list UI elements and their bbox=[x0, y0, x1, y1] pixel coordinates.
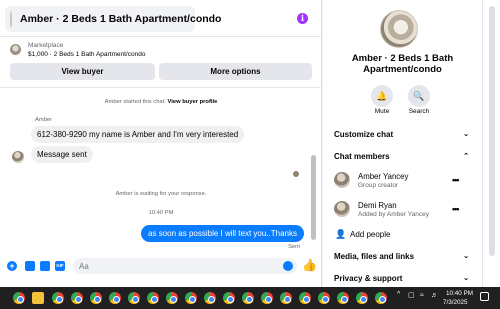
sent-status: Sent bbox=[288, 244, 300, 250]
info-icon[interactable]: i bbox=[297, 13, 308, 24]
add-person-icon[interactable]: 👤 bbox=[335, 229, 346, 240]
chrome-icon[interactable] bbox=[13, 292, 25, 304]
chevron-down-icon: ⌄ bbox=[463, 131, 469, 138]
chrome-icon[interactable] bbox=[109, 292, 121, 304]
chrome-icon[interactable] bbox=[185, 292, 197, 304]
media-files-section[interactable]: Media, files and links ⌄ bbox=[334, 252, 469, 261]
chat-pane: Amber · 2 Beds 1 Bath Apartment/condo i … bbox=[0, 0, 322, 287]
chrome-icon[interactable] bbox=[90, 292, 102, 304]
chrome-icon[interactable] bbox=[163, 288, 181, 308]
image-icon[interactable] bbox=[25, 261, 35, 271]
chat-header[interactable]: Amber · 2 Beds 1 Bath Apartment/condo bbox=[5, 6, 221, 32]
marketplace-label: Marketplace bbox=[28, 42, 64, 49]
chevron-down-icon: ⌄ bbox=[463, 275, 469, 282]
sender-name: Amber bbox=[35, 117, 53, 123]
customize-chat-section[interactable]: Customize chat ⌄ bbox=[334, 130, 469, 139]
conversation-title: Amber · 2 Beds 1 Bath Apartment/condo bbox=[351, 53, 454, 75]
chat-members-label: Chat members bbox=[334, 152, 390, 161]
bell-icon: 🔔 bbox=[376, 90, 388, 101]
search-icon: 🔍 bbox=[413, 90, 425, 101]
chrome-icon[interactable] bbox=[52, 292, 64, 304]
more-options-button[interactable]: More options bbox=[159, 63, 312, 80]
chevron-up-icon: ⌃ bbox=[463, 153, 469, 160]
chrome-icon[interactable] bbox=[280, 292, 292, 304]
chat-members-section[interactable]: Chat members ⌃ bbox=[334, 152, 469, 161]
chat-title[interactable]: Amber · 2 Beds 1 Bath Apartment/condo bbox=[20, 13, 221, 25]
chrome-icon[interactable] bbox=[261, 292, 273, 304]
details-scrollbar[interactable] bbox=[482, 0, 500, 287]
member-role: Added by Amber Yancey bbox=[358, 211, 429, 218]
wifi-icon[interactable]: ≈ bbox=[420, 292, 428, 300]
search-label: Search bbox=[408, 108, 430, 115]
search-button[interactable]: 🔍 bbox=[408, 85, 430, 107]
waiting-notice: Amber is waiting for your response. bbox=[115, 191, 207, 197]
notifications-icon[interactable] bbox=[480, 292, 489, 301]
thread-scrollbar[interactable] bbox=[311, 155, 316, 240]
member-avatar[interactable] bbox=[334, 201, 350, 217]
conversation-details-pane: Amber · 2 Beds 1 Bath Apartment/condo 🔔 … bbox=[323, 0, 482, 287]
chrome-icon[interactable] bbox=[204, 292, 216, 304]
chrome-icon[interactable] bbox=[318, 292, 330, 304]
chat-started-text: Amber started this chat. bbox=[104, 99, 166, 105]
listing-card: Marketplace $1,000 · 2 Beds 1 Bath Apart… bbox=[0, 36, 322, 88]
outgoing-message[interactable]: as soon as possible I will text you..Tha… bbox=[141, 225, 304, 242]
chat-started-notice: Amber started this chat. View buyer prof… bbox=[0, 99, 322, 105]
incoming-message[interactable]: Message sent bbox=[31, 146, 93, 163]
member-role: Group creator bbox=[358, 182, 399, 189]
message-timestamp: 10:40 PM bbox=[148, 210, 174, 216]
chrome-icon[interactable] bbox=[299, 292, 311, 304]
customize-chat-label: Customize chat bbox=[334, 130, 394, 139]
more-options-icon[interactable]: ••• bbox=[452, 175, 460, 185]
gif-icon[interactable]: GIF bbox=[55, 261, 65, 271]
sender-avatar bbox=[12, 151, 24, 163]
scrollbar-thumb[interactable] bbox=[489, 6, 495, 256]
listing-price-title[interactable]: $1,000 · 2 Beds 1 Bath Apartment/condo bbox=[28, 51, 145, 58]
clock-time[interactable]: 10:40 PM bbox=[446, 290, 473, 297]
clock-date[interactable]: 7/3/2025 bbox=[443, 299, 468, 306]
member-avatar[interactable] bbox=[334, 172, 350, 188]
message-thread: Amber started this chat. View buyer prof… bbox=[0, 89, 322, 254]
seen-avatar bbox=[293, 171, 299, 177]
chrome-icon[interactable] bbox=[71, 292, 83, 304]
volume-icon[interactable]: ♬ bbox=[431, 292, 439, 300]
chrome-icon[interactable] bbox=[147, 292, 159, 304]
more-options-icon[interactable]: ••• bbox=[452, 204, 460, 214]
chrome-icon[interactable] bbox=[375, 292, 387, 304]
member-name[interactable]: Demi Ryan bbox=[358, 201, 397, 210]
sticker-icon[interactable] bbox=[40, 261, 50, 271]
chrome-icon[interactable] bbox=[223, 292, 235, 304]
view-buyer-button[interactable]: View buyer bbox=[10, 63, 155, 80]
member-name[interactable]: Amber Yancey bbox=[358, 172, 408, 181]
message-input[interactable] bbox=[73, 258, 297, 274]
incoming-message[interactable]: 612-380-9290 my name is Amber and I'm ve… bbox=[31, 126, 245, 143]
privacy-support-section[interactable]: Privacy & support ⌄ bbox=[334, 274, 469, 283]
chrome-icon[interactable] bbox=[337, 292, 349, 304]
mute-button[interactable]: 🔔 bbox=[371, 85, 393, 107]
chrome-icon[interactable] bbox=[128, 292, 140, 304]
avatar[interactable] bbox=[10, 10, 12, 28]
chrome-icon[interactable] bbox=[242, 292, 254, 304]
privacy-support-label: Privacy & support bbox=[334, 274, 403, 283]
thumbs-up-icon[interactable]: 👍 bbox=[302, 259, 317, 271]
display-icon[interactable]: ▢ bbox=[408, 292, 416, 300]
view-buyer-profile-link[interactable]: View buyer profile bbox=[168, 99, 218, 105]
emoji-icon[interactable] bbox=[283, 261, 293, 271]
folder-icon[interactable] bbox=[32, 292, 44, 304]
add-people-button[interactable]: Add people bbox=[350, 230, 390, 239]
media-files-label: Media, files and links bbox=[334, 252, 415, 261]
conversation-avatar[interactable] bbox=[380, 10, 418, 48]
chevron-down-icon: ⌄ bbox=[463, 253, 469, 260]
chrome-icon[interactable] bbox=[356, 292, 368, 304]
plus-icon[interactable]: + bbox=[7, 261, 17, 271]
mute-label: Mute bbox=[374, 108, 390, 115]
tray-chevron-icon[interactable]: ^ bbox=[397, 291, 400, 298]
listing-thumbnail bbox=[10, 44, 21, 55]
